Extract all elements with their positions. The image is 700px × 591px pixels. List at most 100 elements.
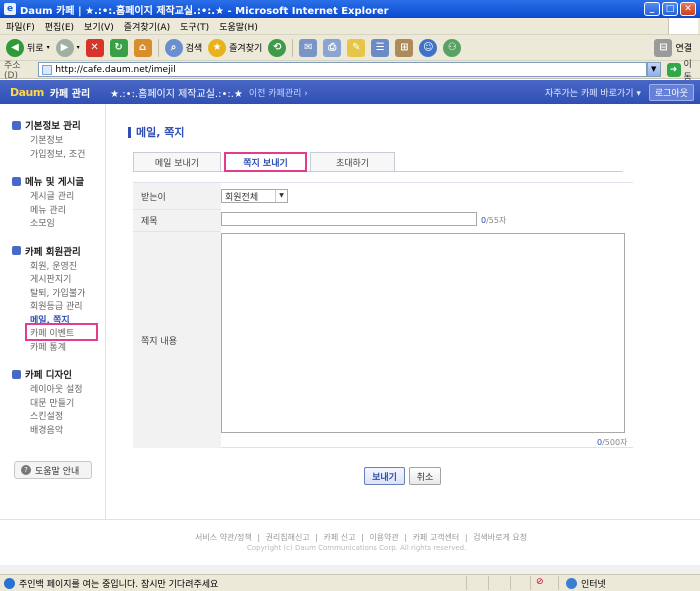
menu-file[interactable]: 파일(F) bbox=[6, 20, 35, 33]
design-icon bbox=[12, 369, 21, 379]
refresh-icon[interactable]: ↻ bbox=[109, 38, 128, 57]
subject-char-count: 0/55자 bbox=[481, 216, 507, 225]
status-divider bbox=[558, 576, 559, 590]
search-button[interactable]: ⌕ 검색 bbox=[164, 38, 202, 57]
logout-button[interactable]: 로그아웃 bbox=[648, 84, 694, 101]
footer-link-terms[interactable]: 이용약관 bbox=[369, 533, 398, 542]
edit-icon[interactable]: ✎ bbox=[347, 38, 366, 57]
go-button[interactable]: ➜ 이동 bbox=[666, 57, 700, 83]
cafe-name[interactable]: ★.:•:.홈페이지 제작교실.:•:.★ bbox=[110, 85, 243, 100]
title-bar-decoration bbox=[128, 126, 131, 138]
address-label: 주소(D) bbox=[4, 61, 21, 81]
settings-icon bbox=[12, 120, 21, 130]
sidebar-item-skin[interactable]: 스킨설정 bbox=[12, 411, 105, 425]
prev-admin-link[interactable]: 이전 카페관리 › bbox=[249, 86, 308, 99]
status-divider bbox=[466, 576, 467, 590]
links-button[interactable]: ⊟ 연결 bbox=[654, 38, 692, 57]
footer-divider: | bbox=[464, 533, 468, 542]
sidebar-item-join-info[interactable]: 가입정보, 조건 bbox=[12, 149, 105, 163]
sidebar-item-layout[interactable]: 레이아웃 설정 bbox=[12, 384, 105, 398]
address-input[interactable]: http://cafe.daum.net/imejil bbox=[38, 62, 647, 77]
footer-link-support[interactable]: 카페 고객센터 bbox=[413, 533, 460, 542]
address-dropdown[interactable]: ▼ bbox=[646, 62, 661, 77]
sidebar-item-board-keepers[interactable]: 게시판지기 bbox=[12, 274, 105, 288]
windows-logo-icon bbox=[668, 18, 698, 34]
sidebar-section-menu: 메뉴 및 게시글 게시글 관리 메뉴 관리 소모임 bbox=[12, 174, 105, 232]
sidebar-section-design: 카페 디자인 레이아웃 설정 대문 만들기 스킨설정 배경음악 bbox=[12, 367, 105, 438]
chevron-down-icon: ▾ bbox=[46, 44, 50, 51]
tab-invite[interactable]: 초대하기 bbox=[310, 152, 395, 171]
window-titlebar: e Daum 카페 | ★.:•:.홈페이지 제작교실.:•:.★ - Micr… bbox=[0, 0, 700, 18]
help-button[interactable]: ? 도움말 안내 bbox=[14, 461, 92, 479]
discuss-icon[interactable]: ☰ bbox=[371, 38, 390, 57]
forward-arrow-icon: ▶ bbox=[55, 38, 74, 57]
copyright: Copyright (c) Daum Communications Corp. … bbox=[247, 544, 467, 552]
mail-icon[interactable]: ✉ bbox=[299, 38, 318, 57]
sidebar-item-frontpage[interactable]: 대문 만들기 bbox=[12, 398, 105, 412]
help-icon: ? bbox=[21, 465, 31, 475]
tab-send-mail[interactable]: 메일 보내기 bbox=[133, 152, 221, 171]
horizontal-scrollbar[interactable] bbox=[0, 565, 700, 574]
status-text: 주인백 페이지를 여는 중입니다. 잠시만 기다려주세요 bbox=[19, 579, 219, 590]
send-button[interactable]: 보내기 bbox=[364, 467, 405, 485]
cancel-button[interactable]: 취소 bbox=[409, 467, 441, 485]
toolbar: ◀ 뒤로 ▾ ▶ ▾ ✕ ↻ ⌂ ⌕ 검색 ★ 즐겨찾기 ⟲ ✉ ⎙ ✎ ☰ ⊞… bbox=[0, 35, 700, 61]
status-divider bbox=[488, 576, 489, 590]
user-icon bbox=[12, 246, 21, 255]
menu-view[interactable]: 보기(V) bbox=[84, 20, 114, 33]
sidebar-section-basic: 기본정보 관리 기본정보 가입정보, 조건 bbox=[12, 118, 105, 162]
close-button[interactable]: ✕ bbox=[680, 2, 696, 16]
footer-link-report[interactable]: 카페 신고 bbox=[324, 533, 356, 542]
recipient-select[interactable]: 회원전체 ▼ bbox=[221, 189, 288, 203]
messenger-icon[interactable]: ☺ bbox=[419, 38, 438, 57]
menu-tools[interactable]: 도구(T) bbox=[180, 20, 209, 33]
search-icon: ⌕ bbox=[164, 38, 183, 57]
history-icon[interactable]: ⟲ bbox=[268, 38, 287, 57]
sidebar-item-posts[interactable]: 게시글 관리 bbox=[12, 191, 105, 205]
sidebar-item-stats[interactable]: 카페 통계 bbox=[12, 342, 105, 356]
sidebar-item-members[interactable]: 회원, 운영진 bbox=[12, 261, 105, 275]
stop-icon[interactable]: ✕ bbox=[85, 38, 104, 57]
footer-link-search[interactable]: 검색바로게 요청 bbox=[473, 533, 527, 542]
security-zone: 인터넷 bbox=[566, 577, 606, 590]
sidebar-item-basic-info[interactable]: 기본정보 bbox=[12, 135, 105, 149]
minimize-button[interactable]: _ bbox=[644, 2, 660, 16]
footer-link-policy[interactable]: 서비스 약관/정책 bbox=[195, 533, 252, 542]
research-icon[interactable]: ⊞ bbox=[395, 38, 414, 57]
popup-blocked-icon[interactable]: ⊘ bbox=[536, 577, 544, 587]
sidebar-section-title: 기본정보 관리 bbox=[25, 121, 81, 132]
users-icon[interactable]: ⚇ bbox=[443, 38, 462, 57]
cafe-shortcut-dropdown[interactable]: 자주가는 카페 바로가기 ▾ bbox=[545, 86, 641, 99]
tab-send-note[interactable]: 쪽지 보내기 bbox=[224, 152, 307, 172]
home-icon[interactable]: ⌂ bbox=[133, 38, 152, 57]
maximize-button[interactable]: □ bbox=[662, 2, 678, 16]
subject-input[interactable] bbox=[221, 212, 477, 226]
sidebar-section-title: 메뉴 및 게시글 bbox=[25, 177, 85, 188]
print-icon[interactable]: ⎙ bbox=[323, 38, 342, 57]
cafe-admin-title[interactable]: 카페 관리 bbox=[50, 85, 90, 100]
sidebar-item-groups[interactable]: 소모임 bbox=[12, 218, 105, 232]
footer-divider: | bbox=[404, 533, 408, 542]
menu-favorites[interactable]: 즐겨찾기(A) bbox=[124, 20, 170, 33]
back-button[interactable]: ◀ 뒤로 ▾ bbox=[6, 38, 50, 57]
footer-divider: | bbox=[315, 533, 318, 542]
globe-icon bbox=[566, 578, 577, 589]
sidebar: 기본정보 관리 기본정보 가입정보, 조건 메뉴 및 게시글 게시글 관리 메뉴… bbox=[0, 104, 106, 519]
daum-logo[interactable]: Daum bbox=[10, 86, 44, 99]
menu-bar: 파일(F) 편집(E) 보기(V) 즐겨찾기(A) 도구(T) 도움말(H) bbox=[0, 18, 700, 35]
ie-icon: e bbox=[4, 3, 16, 15]
back-arrow-icon: ◀ bbox=[6, 38, 24, 57]
content-char-count: 0/500자 bbox=[597, 438, 628, 447]
sidebar-item-menus[interactable]: 메뉴 관리 bbox=[12, 205, 105, 219]
content-textarea[interactable] bbox=[221, 233, 625, 433]
menu-edit[interactable]: 편집(E) bbox=[45, 20, 74, 33]
sidebar-item-grades[interactable]: 회원등급 관리 bbox=[12, 301, 105, 315]
footer-link-rights[interactable]: 권리침해신고 bbox=[266, 533, 310, 542]
sidebar-item-withdrawal[interactable]: 탈퇴, 가입불가 bbox=[12, 288, 105, 302]
favorites-button[interactable]: ★ 즐겨찾기 bbox=[208, 38, 262, 57]
menu-help[interactable]: 도움말(H) bbox=[219, 20, 258, 33]
recipient-label: 받는이 bbox=[133, 183, 221, 210]
sidebar-item-music[interactable]: 배경음악 bbox=[12, 425, 105, 439]
footer-links: 서비스 약관/정책 | 권리침해신고 | 카페 신고 | 이용약관 | 카페 고… bbox=[195, 532, 530, 543]
forward-button[interactable]: ▶ ▾ bbox=[55, 38, 80, 57]
